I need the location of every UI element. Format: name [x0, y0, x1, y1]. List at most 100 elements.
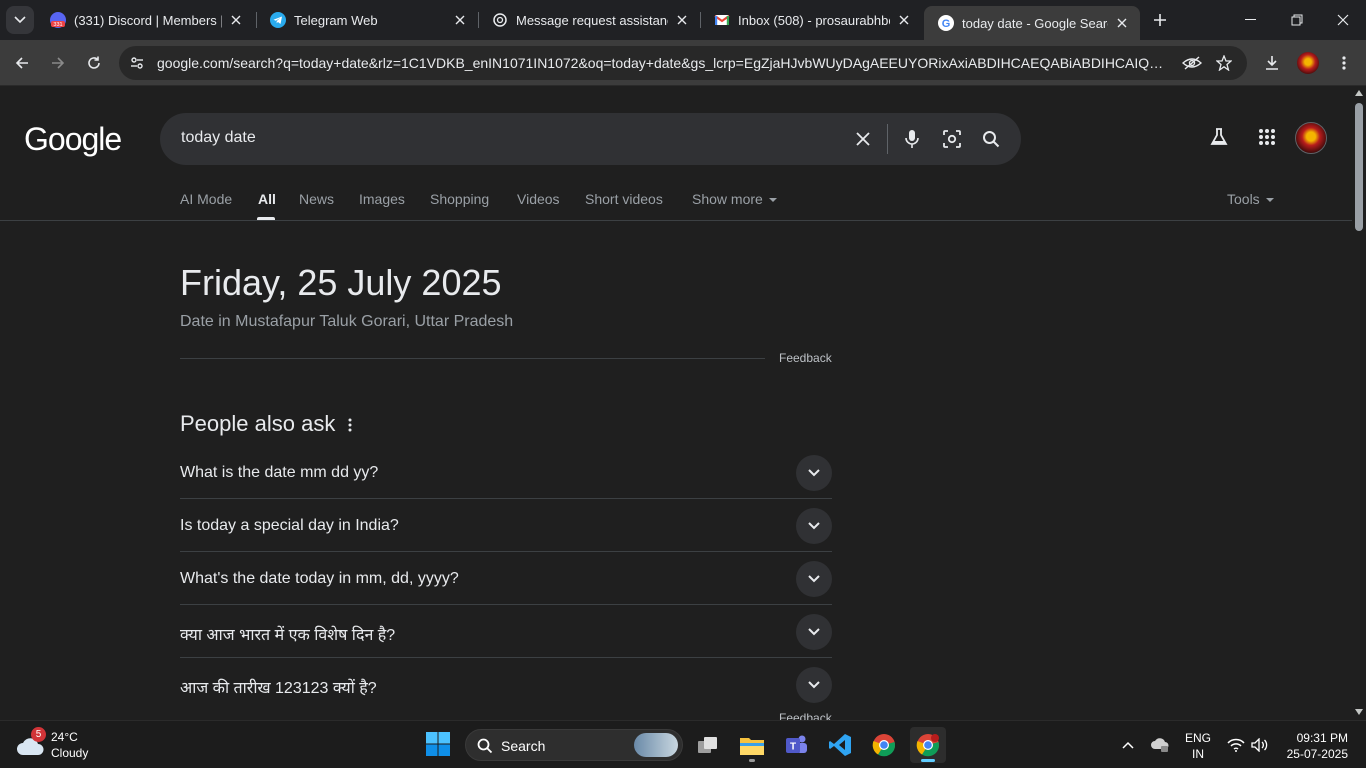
minimize-button[interactable] [1228, 0, 1274, 40]
forward-button[interactable] [44, 49, 72, 77]
folder-icon [740, 738, 764, 755]
close-window-button[interactable] [1320, 0, 1366, 40]
tools-button[interactable]: Tools [1227, 191, 1274, 207]
svg-text:T: T [790, 742, 796, 753]
page-scrollbar[interactable] [1352, 87, 1366, 720]
telegram-icon [270, 12, 286, 28]
tab-news[interactable]: News [299, 191, 334, 207]
volume-icon[interactable] [1250, 729, 1270, 761]
chevron-down-icon [14, 16, 26, 24]
tab-shopping[interactable]: Shopping [430, 191, 489, 207]
search-box[interactable]: today date [160, 113, 1021, 165]
reload-button[interactable] [80, 49, 108, 77]
paa-question[interactable]: What is the date mm dd yy? [180, 446, 832, 499]
clear-icon[interactable] [851, 127, 875, 151]
reload-icon [88, 56, 100, 69]
clock[interactable]: 09:31 PM 25-07-2025 [1276, 730, 1348, 762]
chrome-menu-button[interactable] [1330, 49, 1358, 77]
new-tab-button[interactable] [1148, 8, 1172, 32]
tab-short-videos[interactable]: Short videos [585, 191, 663, 207]
google-logo[interactable]: Google [24, 121, 122, 158]
close-icon[interactable] [896, 12, 912, 28]
tab-chatgpt[interactable]: Message request assistance [478, 0, 700, 40]
feedback-link[interactable]: Feedback [779, 711, 832, 720]
windows-logo-icon [426, 732, 450, 756]
language-indicator[interactable]: ENG IN [1181, 730, 1215, 762]
scroll-down-icon[interactable] [1355, 709, 1363, 715]
task-view-icon [698, 737, 717, 753]
bookmark-button[interactable] [1210, 49, 1238, 77]
close-icon[interactable] [674, 12, 690, 28]
caret-down-icon [768, 198, 777, 203]
chrome-button[interactable] [866, 727, 902, 763]
close-icon[interactable] [1114, 15, 1130, 31]
people-also-ask-heading: People also ask [180, 411, 336, 436]
restore-button[interactable] [1274, 0, 1320, 40]
account-avatar[interactable] [1295, 122, 1327, 154]
lens-icon[interactable] [940, 127, 964, 151]
search-input[interactable]: today date [181, 129, 256, 147]
chevron-down-icon[interactable] [796, 561, 832, 597]
wifi-icon[interactable] [1226, 729, 1246, 761]
chrome-icon [872, 734, 896, 757]
plus-icon [1154, 14, 1166, 26]
tab-search-button[interactable] [6, 6, 34, 34]
more-vert-icon[interactable] [344, 417, 356, 433]
weather-widget[interactable]: 5 24°C Cloudy [16, 727, 106, 763]
tab-title: today date - Google Search [962, 15, 1108, 31]
chevron-down-icon[interactable] [796, 508, 832, 544]
tab-title: Telegram Web [294, 12, 378, 28]
chatgpt-icon [492, 12, 508, 28]
paa-question[interactable]: आज की तारीख 123123 क्यों है? [180, 658, 832, 711]
search-nav: AI Mode All News Images Shopping Videos … [0, 177, 1352, 221]
feedback-link[interactable]: Feedback [779, 351, 832, 365]
apps-grid-icon[interactable] [1255, 125, 1279, 149]
paa-question[interactable]: क्या आज भारत में एक विशेष दिन है? [180, 605, 832, 658]
tab-show-more[interactable]: Show more [692, 191, 777, 207]
chevron-down-icon[interactable] [796, 614, 832, 650]
google-icon: G [938, 15, 954, 31]
tab-discord[interactable]: 331 (331) Discord | Members | T8 [36, 0, 254, 40]
tab-all[interactable]: All [258, 191, 276, 207]
close-icon[interactable] [452, 12, 468, 28]
show-hidden-icons-button[interactable] [1118, 729, 1138, 761]
tracking-protection-button[interactable] [1178, 49, 1206, 77]
vscode-icon [829, 734, 851, 756]
taskbar-search[interactable]: Search [465, 729, 683, 761]
downloads-button[interactable] [1258, 49, 1286, 77]
file-explorer-button[interactable] [734, 727, 770, 763]
chrome-profile-button[interactable] [910, 727, 946, 763]
tab-gmail[interactable]: Inbox (508) - prosaurabhboy [700, 0, 922, 40]
scrollbar-thumb[interactable] [1355, 103, 1363, 231]
paa-question[interactable]: What's the date today in mm, dd, yyyy? [180, 552, 832, 605]
onedrive-button[interactable] [1148, 729, 1172, 761]
chevron-down-icon[interactable] [796, 667, 832, 703]
teams-button[interactable]: T [778, 727, 814, 763]
tab-telegram[interactable]: Telegram Web [256, 0, 478, 40]
eye-off-icon [1182, 56, 1202, 70]
tab-videos[interactable]: Videos [517, 191, 560, 207]
tab-ai-mode[interactable]: AI Mode [180, 191, 232, 207]
arrow-left-icon [15, 57, 28, 69]
back-button[interactable] [8, 49, 36, 77]
chevron-down-icon[interactable] [796, 455, 832, 491]
address-bar[interactable]: google.com/search?q=today+date&rlz=1C1VD… [119, 46, 1247, 80]
browser-toolbar: google.com/search?q=today+date&rlz=1C1VD… [0, 40, 1366, 86]
caret-down-icon [1265, 198, 1274, 203]
search-icon[interactable] [979, 127, 1003, 151]
vscode-button[interactable] [822, 727, 858, 763]
scroll-up-icon[interactable] [1355, 90, 1363, 96]
labs-icon[interactable] [1207, 125, 1231, 149]
profile-button[interactable] [1294, 49, 1322, 77]
task-view-button[interactable] [690, 727, 726, 763]
start-button[interactable] [425, 731, 453, 759]
divider [180, 358, 765, 359]
mic-icon[interactable] [900, 127, 924, 151]
paa-question[interactable]: Is today a special day in India? [180, 499, 832, 552]
tab-images[interactable]: Images [359, 191, 405, 207]
arrow-right-icon [52, 57, 65, 69]
star-icon [1216, 55, 1232, 71]
tab-google-search[interactable]: G today date - Google Search [924, 6, 1140, 40]
close-icon[interactable] [228, 12, 244, 28]
site-info-icon[interactable] [127, 53, 147, 73]
